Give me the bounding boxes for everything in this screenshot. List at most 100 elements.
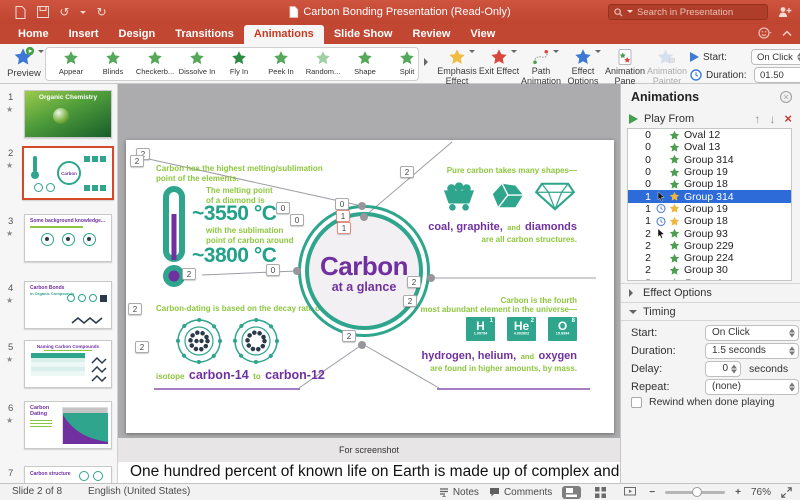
animation-item[interactable]: 1Group 18 bbox=[628, 215, 791, 227]
animation-item[interactable]: 2Group 224 bbox=[628, 252, 791, 264]
gallery-item-fly-in[interactable]: Fly In bbox=[218, 48, 260, 80]
slide-thumbnail-5[interactable]: Naming Carbon Compounds bbox=[24, 340, 112, 388]
tab-insert[interactable]: Insert bbox=[59, 25, 109, 44]
tab-home[interactable]: Home bbox=[8, 25, 59, 44]
emphasis-star-icon bbox=[669, 191, 682, 202]
move-up-icon[interactable]: ↑ bbox=[754, 112, 760, 126]
notes-pane[interactable]: One hundred percent of known life on Ear… bbox=[118, 462, 620, 483]
emphasis-star-icon bbox=[669, 203, 682, 214]
duration-input[interactable]: 01.50 bbox=[754, 67, 800, 83]
path-animation-button[interactable]: Path Animation bbox=[520, 46, 562, 86]
slide-thumbnail-3[interactable]: Some background knowledge... bbox=[24, 214, 112, 262]
animation-item[interactable]: 0Group 19 bbox=[628, 166, 791, 178]
thumbnail-art: Carbon Bonds in Organic Compounds bbox=[25, 282, 111, 328]
slide[interactable]: Carbon has the highest melting/sublimati… bbox=[126, 140, 614, 433]
delete-animation-icon[interactable]: × bbox=[784, 111, 792, 126]
on-click-cursor-icon bbox=[656, 228, 669, 239]
timing-duration-dropdown[interactable]: 1.5 seconds bbox=[705, 343, 799, 359]
motion-path-icon bbox=[520, 46, 562, 66]
animation-item[interactable]: 2Group 229 bbox=[628, 240, 791, 252]
tab-view[interactable]: View bbox=[460, 25, 505, 44]
undo-icon[interactable]: ↺ bbox=[58, 6, 71, 19]
animation-item[interactable]: 2Group 93 bbox=[628, 227, 791, 239]
gallery-more-icon[interactable] bbox=[424, 58, 432, 66]
slide-number: 6 bbox=[8, 403, 13, 414]
animation-item[interactable]: 0Oval 12 bbox=[628, 129, 791, 141]
gallery-item-appear[interactable]: Appear bbox=[50, 48, 92, 80]
effect-options-button[interactable]: Effect Options bbox=[562, 46, 604, 86]
language-indicator[interactable]: English (United States) bbox=[88, 486, 190, 497]
zoom-slider[interactable] bbox=[665, 491, 725, 494]
start-dropdown[interactable]: On Click bbox=[751, 49, 800, 65]
zoom-in-button[interactable]: + bbox=[735, 487, 741, 498]
fit-slide-icon[interactable] bbox=[781, 487, 792, 498]
timing-delay-stepper[interactable]: 0 bbox=[705, 361, 741, 377]
gallery-item-shape[interactable]: Shape bbox=[344, 48, 386, 80]
slide-thumbnail-4[interactable]: Carbon Bonds in Organic Compounds bbox=[24, 281, 112, 329]
close-pane-icon[interactable]: × bbox=[780, 91, 792, 103]
slide-thumbnail-2[interactable]: Carbon bbox=[22, 146, 114, 200]
rewind-checkbox[interactable] bbox=[631, 397, 642, 408]
play-from-button[interactable]: Play From bbox=[644, 113, 694, 125]
timing-section[interactable]: Timing bbox=[621, 302, 800, 321]
exit-star-icon bbox=[478, 46, 520, 66]
diamond-icon bbox=[533, 180, 577, 212]
timing-start-dropdown[interactable]: On Click bbox=[705, 325, 799, 341]
preview-button[interactable]: Preview bbox=[4, 46, 44, 79]
animation-item[interactable]: 2Group 4 bbox=[628, 277, 791, 281]
effect-options-section[interactable]: Effect Options bbox=[621, 283, 800, 302]
slide-thumbnail-1[interactable]: Organic Chemistry bbox=[24, 90, 112, 138]
slide-number: 1 bbox=[8, 92, 13, 103]
slide-thumbnail-6[interactable]: Carbon Dating bbox=[24, 401, 112, 449]
graphite-icon bbox=[486, 180, 526, 212]
animation-item[interactable]: 1Group 314 bbox=[628, 190, 791, 202]
tab-design[interactable]: Design bbox=[109, 25, 166, 44]
collapse-ribbon-icon[interactable] bbox=[782, 30, 792, 37]
gallery-item-blinds[interactable]: Blinds bbox=[92, 48, 134, 80]
gallery-item-checkerb-[interactable]: Checkerb... bbox=[134, 48, 176, 80]
animation-pane-button[interactable]: Animation Pane bbox=[604, 46, 646, 86]
thumbnail-art: Carbon bbox=[24, 148, 112, 198]
no-trigger bbox=[656, 130, 669, 141]
comments-button[interactable]: Comments bbox=[489, 487, 552, 498]
animation-item[interactable]: 2Group 30 bbox=[628, 264, 791, 276]
slide-sorter-button[interactable] bbox=[591, 486, 610, 499]
new-file-icon[interactable] bbox=[14, 6, 27, 19]
zoom-out-button[interactable]: − bbox=[649, 487, 655, 498]
entrance-star-icon bbox=[669, 179, 682, 190]
redo-icon[interactable]: ↻ bbox=[95, 6, 108, 19]
zoom-slider-knob[interactable] bbox=[692, 487, 702, 497]
save-icon[interactable] bbox=[36, 6, 49, 19]
gallery-item-dissolve-in[interactable]: Dissolve In bbox=[176, 48, 218, 80]
animation-item[interactable]: 0Group 314 bbox=[628, 154, 791, 166]
exit-effect-button[interactable]: Exit Effect bbox=[478, 46, 520, 86]
animation-item[interactable]: 0Group 18 bbox=[628, 178, 791, 190]
slide-thumbnail-7[interactable]: Carbon structure bbox=[24, 466, 112, 483]
share-icon[interactable] bbox=[778, 6, 792, 18]
emphasis-effect-button[interactable]: Emphasis Effect bbox=[436, 46, 478, 86]
timing-delay-label: Delay: bbox=[631, 363, 703, 375]
shapes-tail-text: are all carbon structures. bbox=[411, 235, 577, 244]
tab-transitions[interactable]: Transitions bbox=[165, 25, 244, 44]
entrance-star-icon bbox=[669, 167, 682, 178]
thumbnail-art: Carbon Dating bbox=[25, 402, 111, 448]
animation-item[interactable]: 0Oval 13 bbox=[628, 141, 791, 153]
slideshow-button[interactable] bbox=[620, 486, 639, 499]
undo-caret-icon[interactable] bbox=[80, 11, 86, 17]
animation-painter-icon bbox=[646, 46, 688, 66]
gallery-item-peek-in[interactable]: Peek In bbox=[260, 48, 302, 80]
emphasis-star-icon bbox=[669, 216, 682, 227]
tab-review[interactable]: Review bbox=[403, 25, 461, 44]
search-input[interactable]: Search in Presentation bbox=[608, 4, 768, 20]
tab-animations[interactable]: Animations bbox=[244, 25, 324, 44]
timing-repeat-dropdown[interactable]: (none) bbox=[705, 379, 799, 395]
gallery-item-split[interactable]: Split bbox=[386, 48, 419, 80]
notes-button[interactable]: Notes bbox=[439, 487, 479, 498]
zoom-percent[interactable]: 76% bbox=[751, 487, 771, 498]
animation-item[interactable]: 1Group 19 bbox=[628, 203, 791, 215]
move-down-icon[interactable]: ↓ bbox=[769, 112, 775, 126]
gallery-item-random-[interactable]: Random... bbox=[302, 48, 344, 80]
tab-slide-show[interactable]: Slide Show bbox=[324, 25, 403, 44]
normal-view-button[interactable] bbox=[562, 486, 581, 499]
smiley-feedback-icon[interactable] bbox=[758, 26, 772, 40]
